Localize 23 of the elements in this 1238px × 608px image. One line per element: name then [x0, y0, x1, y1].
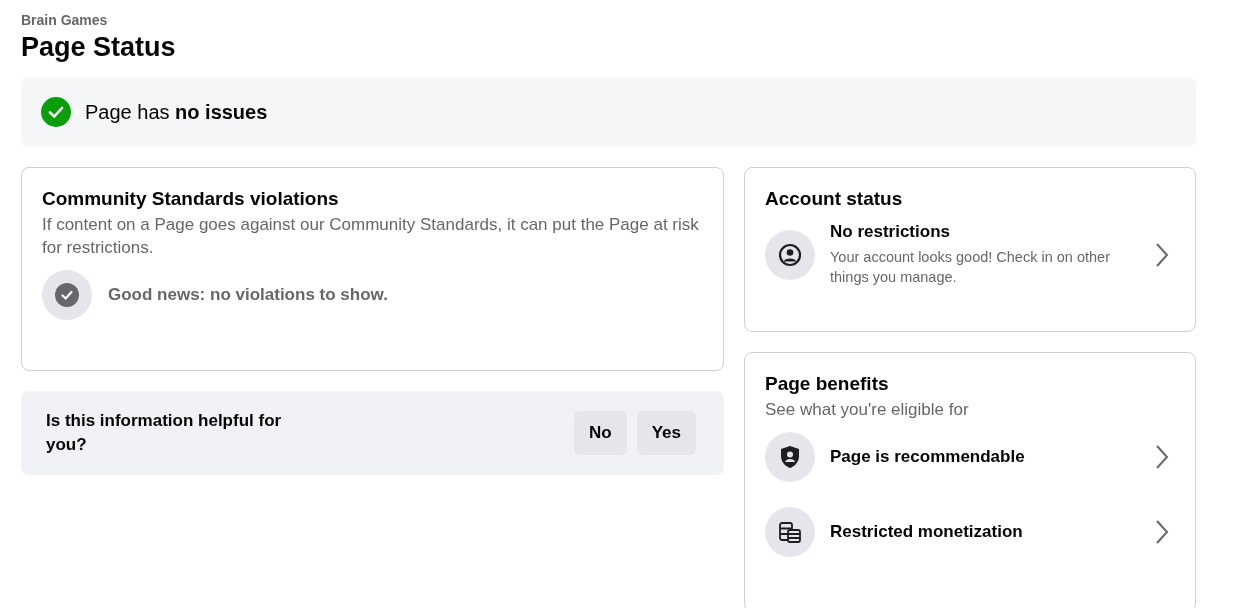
- item-title[interactable]: No restrictions: [830, 222, 1140, 242]
- chevron-right-icon: [1155, 241, 1169, 268]
- card-title: Community Standards violations: [42, 188, 340, 210]
- coin-stack-icon: [778, 519, 802, 544]
- feedback-question: Is this information helpful for you?: [46, 410, 283, 456]
- check-icon: [42, 269, 92, 320]
- page-title: Page Status: [21, 32, 177, 63]
- benefit-title[interactable]: Restricted monetization: [830, 521, 1140, 542]
- status-message: Page has no issues: [85, 100, 268, 124]
- person-circle-icon: [778, 242, 802, 267]
- feedback-button[interactable]: No: [574, 410, 627, 455]
- chevron-right-icon: [1155, 443, 1169, 470]
- card-title: Account status: [765, 188, 904, 210]
- chevron-right-icon: [1155, 518, 1169, 545]
- card-description: See what you're eligible for: [765, 399, 970, 421]
- no-violations-message: Good news: no violations to show.: [108, 284, 388, 305]
- card-title: Page benefits: [765, 373, 890, 395]
- shield-person-icon: [779, 444, 801, 469]
- page-name: Brain Games: [21, 12, 109, 28]
- card-description: If content on a Page goes against our Community Standards, it can put the Page at risk for restrictions.: [42, 214, 700, 259]
- item-description: Your account looks good! Check in on other things you manage.: [830, 248, 1111, 287]
- benefit-title[interactable]: Page is recommendable: [830, 446, 1140, 467]
- feedback-button[interactable]: Yes: [636, 410, 696, 455]
